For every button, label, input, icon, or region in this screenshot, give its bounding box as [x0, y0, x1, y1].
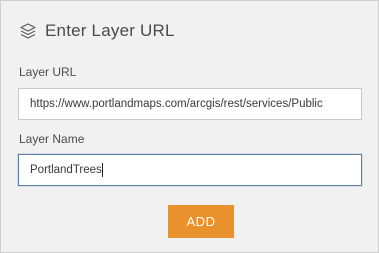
layers-icon: [19, 22, 37, 40]
layer-name-label: Layer Name: [19, 132, 85, 146]
layer-url-value: https://www.portlandmaps.com/arcgis/rest…: [30, 98, 323, 110]
add-button[interactable]: ADD: [168, 205, 234, 238]
panel-title: Enter Layer URL: [45, 21, 175, 40]
panel-header: Enter Layer URL: [19, 17, 175, 45]
text-caret: [101, 163, 103, 177]
layer-name-value: PortlandTrees: [30, 164, 102, 176]
layer-url-input[interactable]: https://www.portlandmaps.com/arcgis/rest…: [18, 88, 362, 120]
add-layer-panel: Enter Layer URL Layer URL https://www.po…: [0, 0, 379, 253]
layer-name-input[interactable]: PortlandTrees: [18, 154, 362, 186]
layer-url-label: Layer URL: [19, 65, 77, 79]
